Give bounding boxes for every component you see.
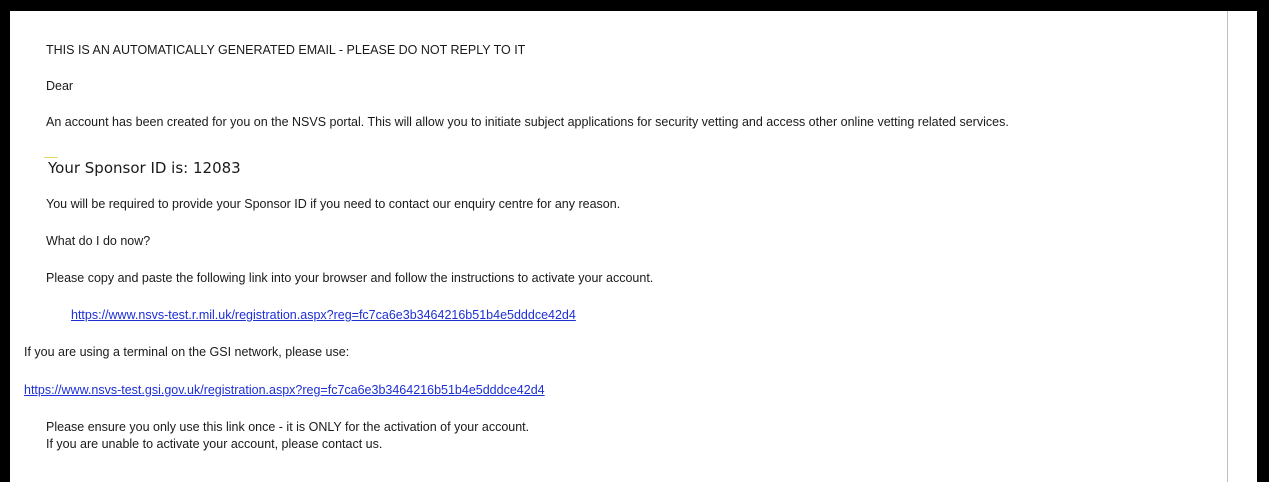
contact-notice: If you are unable to activate your accou…: [46, 437, 383, 451]
gsi-registration-link[interactable]: https://www.nsvs-test.gsi.gov.uk/registr…: [24, 382, 545, 398]
sponsor-id: Your Sponsor ID is: 12083: [48, 159, 241, 177]
once-notice: Please ensure you only use this link onc…: [46, 420, 530, 434]
intro-paragraph: An account has been created for you on t…: [46, 115, 1009, 129]
email-body-frame: THIS IS AN AUTOMATICALLY GENERATED EMAIL…: [0, 0, 1269, 482]
greeting: Dear: [46, 79, 74, 93]
gsi-notice: If you are using a terminal on the GSI n…: [24, 345, 350, 359]
what-now-heading: What do I do now?: [46, 234, 151, 248]
sponsor-requirement: You will be required to provide your Spo…: [46, 197, 621, 211]
right-divider: [1227, 11, 1228, 482]
copy-instruction: Please copy and paste the following link…: [46, 271, 654, 285]
auto-notice: THIS IS AN AUTOMATICALLY GENERATED EMAIL…: [46, 43, 526, 57]
highlight-mark: [44, 157, 58, 158]
registration-link[interactable]: https://www.nsvs-test.r.mil.uk/registrat…: [71, 307, 576, 323]
